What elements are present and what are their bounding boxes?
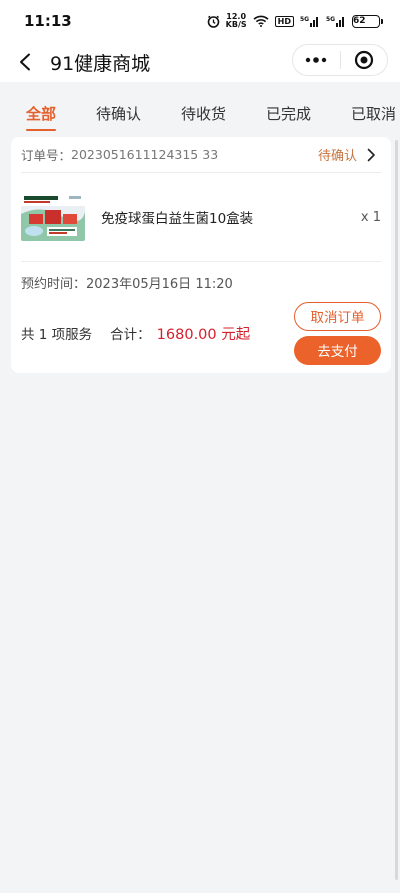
- network-speed: 12.0 KB/S: [226, 13, 247, 29]
- order-card[interactable]: 订单号： 2023051611124315 33 待确认 免疫球蛋白益生菌10盒…: [11, 137, 391, 373]
- order-actions: 取消订单 去支付: [294, 301, 381, 365]
- nav-bar: 91健康商城: [0, 42, 400, 82]
- appointment-label: 预约时间：: [21, 276, 87, 292]
- service-count: 共 1 项服务: [21, 327, 93, 343]
- pay-button[interactable]: 去支付: [294, 335, 381, 365]
- total-label: 合计：: [110, 327, 151, 343]
- battery-icon: 62: [352, 14, 383, 28]
- tab-completed[interactable]: 已完成: [266, 93, 311, 133]
- appointment-time: 2023年05月16日 11:20: [86, 276, 233, 292]
- product-name: 免疫球蛋白益生菌10盒装: [101, 211, 254, 227]
- scrollbar[interactable]: [395, 140, 398, 880]
- page-title: 91健康商城: [50, 52, 151, 75]
- order-summary: 共 1 项服务 合计： 1680.00 元起 取消订单 去支付: [21, 301, 381, 365]
- product-image: [21, 193, 85, 241]
- chevron-right-icon[interactable]: [367, 148, 381, 162]
- cancel-order-button[interactable]: 取消订单: [294, 301, 381, 331]
- target-icon[interactable]: [341, 45, 388, 75]
- tab-cancelled[interactable]: 已取消: [351, 93, 396, 133]
- order-status: 待确认: [317, 149, 357, 164]
- order-header[interactable]: 订单号： 2023051611124315 33 待确认: [21, 137, 381, 173]
- svg-text:5G: 5G: [326, 16, 335, 23]
- svg-text:5G: 5G: [300, 16, 309, 23]
- status-bar: 11:13 12.0 KB/S HD 5G 5G 62: [0, 0, 400, 42]
- speed-unit: KB/S: [225, 20, 247, 29]
- hd-badge: HD: [274, 15, 294, 27]
- signal-icon: 5G: [300, 15, 320, 27]
- order-number: 2023051611124315 33: [71, 147, 219, 162]
- total-amount: 1680.00 元起: [156, 326, 251, 343]
- tab-pending-confirm[interactable]: 待确认: [96, 93, 141, 133]
- order-tabs: 全部 待确认 待收货 已完成 已取消: [0, 88, 400, 138]
- alarm-icon: [207, 15, 220, 28]
- product-row[interactable]: 免疫球蛋白益生菌10盒装 x 1: [21, 173, 381, 262]
- status-time: 11:13: [24, 12, 72, 30]
- wifi-icon: [253, 15, 269, 27]
- product-quantity: x 1: [360, 209, 381, 225]
- chevron-left-icon[interactable]: [14, 51, 36, 73]
- status-icons: 12.0 KB/S HD 5G 5G 62: [207, 13, 383, 29]
- tab-pending-receipt[interactable]: 待收货: [181, 93, 226, 133]
- signal-icon-2: 5G: [326, 15, 346, 27]
- appointment-row: 预约时间： 2023年05月16日 11:20: [21, 262, 381, 302]
- more-icon[interactable]: [293, 45, 340, 75]
- tab-all[interactable]: 全部: [26, 93, 57, 133]
- mini-program-capsule: [292, 44, 388, 76]
- order-number-label: 订单号：: [21, 148, 72, 163]
